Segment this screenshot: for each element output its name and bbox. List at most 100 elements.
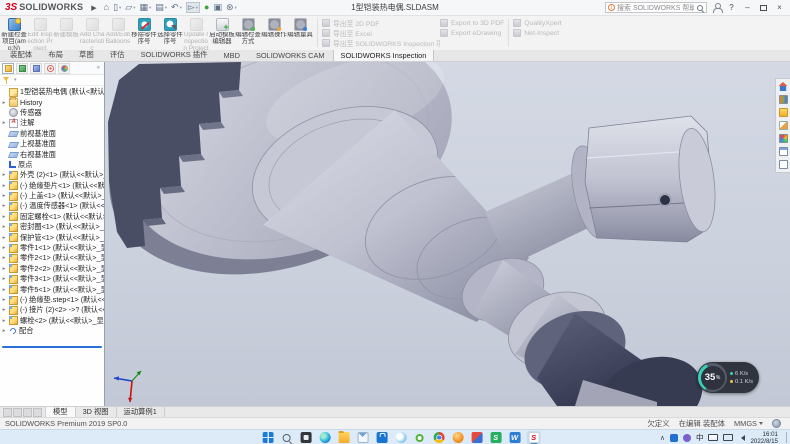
ime-indicator[interactable]: 中 <box>696 432 704 443</box>
expander-icon[interactable]: ▸ <box>1 183 7 189</box>
qat-new-document-icon[interactable]: ▯▾ <box>113 3 121 12</box>
taskbar-clock[interactable]: 16:01 2022/8/15 <box>750 431 778 444</box>
qat-save-icon[interactable]: ▦▾ <box>139 3 151 12</box>
volume-icon[interactable] <box>738 435 745 441</box>
taskbar-task-view-icon[interactable] <box>299 431 313 444</box>
bottom-tab-运动算例1[interactable]: 运动算例1 <box>117 407 165 417</box>
taskbar-browser-orange-icon[interactable] <box>451 431 465 444</box>
expander-icon[interactable]: ▸ <box>1 245 7 251</box>
expander-icon[interactable]: ▸ <box>1 120 7 126</box>
tree-item[interactable]: ▸配合 <box>0 326 104 336</box>
ribbon-button-remove-balloons[interactable]: 移除零件序号 <box>131 16 157 50</box>
keyboard-icon[interactable] <box>708 434 718 441</box>
taskbar-chrome-icon[interactable] <box>432 431 446 444</box>
taskbar-weather-icon[interactable] <box>394 431 408 444</box>
tree-item[interactable]: ▸History <box>0 97 104 107</box>
expander-icon[interactable]: ▸ <box>1 203 7 209</box>
tree-item[interactable]: ▸(-) 绝缘垫.step<1> (默认<<默认> <box>0 295 104 305</box>
tray-security-purple-icon[interactable] <box>683 434 691 442</box>
ribbon-button-edit-operations[interactable]: 编辑操作 <box>261 16 287 50</box>
expander-icon[interactable]: ▸ <box>1 235 7 241</box>
bottom-tab-3D 视图[interactable]: 3D 视图 <box>76 407 117 417</box>
panel-tabs-overflow-icon[interactable]: » <box>97 65 102 71</box>
expander-icon[interactable]: ▸ <box>1 287 7 293</box>
taskbar-app-red-icon[interactable] <box>470 431 484 444</box>
tab-scroll-buttons[interactable] <box>0 407 45 417</box>
tree-item[interactable]: ▸零件2<1> (默认<<默认>_显示状态 <box>0 253 104 263</box>
tree-item[interactable]: ▸零件1<1> (默认<<默认>_显示状态 <box>0 243 104 253</box>
ribbon-button-select-balloons[interactable]: 选择零件序号 <box>157 16 183 50</box>
qat-undo-icon[interactable]: ↶▾ <box>171 3 182 12</box>
expander-icon[interactable]: ▸ <box>1 276 7 282</box>
ribbon-button-edit-methods[interactable]: 编辑检查方式 <box>235 16 261 50</box>
taskpane-forum-button[interactable] <box>776 158 790 171</box>
help-search-input[interactable]: i 搜索 SOLIDWORKS 帮助 <box>605 2 707 13</box>
qat-home-icon[interactable]: ⌂ <box>104 3 109 12</box>
units-selector[interactable]: MMGS <box>734 419 763 428</box>
minimize-button[interactable]: – <box>742 2 753 14</box>
tree-item[interactable]: ▸零件2<2> (默认<<默认>_显示状态 <box>0 264 104 274</box>
taskbar-file-explorer-icon[interactable] <box>337 431 351 444</box>
tree-item[interactable]: ▸固定螺栓<1> (默认<<默认>_显示 <box>0 212 104 222</box>
taskbar-app-green-s-icon[interactable]: S <box>489 431 503 444</box>
qat-open-icon[interactable]: ▱▾ <box>125 3 135 12</box>
tray-security-blue-icon[interactable] <box>670 434 678 442</box>
taskbar-search-icon[interactable] <box>280 431 294 444</box>
taskbar-store-icon[interactable] <box>375 431 389 444</box>
taskpane-file-explorer-button[interactable] <box>776 106 790 119</box>
display-cast-icon[interactable] <box>723 434 733 441</box>
filter-dropdown-icon[interactable]: ▾ <box>14 77 17 83</box>
qat-select-icon[interactable]: ▻▾ <box>186 2 200 13</box>
taskpane-home-button[interactable] <box>776 80 790 93</box>
search-icon[interactable] <box>696 4 704 12</box>
taskpane-custom-properties-button[interactable] <box>776 145 790 158</box>
expander-icon[interactable]: ▸ <box>1 100 7 106</box>
expander-icon[interactable]: ▸ <box>1 318 7 324</box>
taskpane-view-palette-button[interactable] <box>776 119 790 132</box>
tree-item[interactable]: ▸外壳 (2)<1> (默认<<默认>_显示状 <box>0 170 104 180</box>
tree-item[interactable]: ▸保护管<1> (默认<<默认>_显示状 <box>0 232 104 242</box>
panel-tab-propertymanager[interactable] <box>16 63 28 74</box>
tree-item[interactable]: ▸零件5<1> (默认<<默认>_显示状态 <box>0 284 104 294</box>
tree-item[interactable]: 原点 <box>0 160 104 170</box>
expander-icon[interactable]: ▸ <box>1 172 7 178</box>
expander-icon[interactable]: ▸ <box>1 224 7 230</box>
login-user-icon[interactable] <box>712 3 721 12</box>
taskbar-browser-360-icon[interactable] <box>413 431 427 444</box>
tree-item[interactable]: ▸零件3<1> (默认<<默认>_显示状态 <box>0 274 104 284</box>
panel-tab-displaymanager[interactable] <box>58 63 70 74</box>
expander-icon[interactable]: ▸ <box>1 307 7 313</box>
model-3d[interactable] <box>105 62 790 406</box>
taskbar-mail-icon[interactable] <box>356 431 370 444</box>
graphics-viewport[interactable]: 35 % 6 K/s 0.1 K/s <box>105 62 790 406</box>
tree-item[interactable]: 上视基准面 <box>0 139 104 149</box>
expander-icon[interactable]: ▸ <box>1 328 7 334</box>
ribbon-button-edit-gages[interactable]: 编辑量具 <box>287 16 313 50</box>
tree-item[interactable]: ▸密封圈<1> (默认<<默认>_显示状 <box>0 222 104 232</box>
panel-tab-configurationmanager[interactable] <box>30 63 42 74</box>
panel-tab-dimxpertmanager[interactable] <box>44 63 56 74</box>
tree-item[interactable]: ▸注解 <box>0 118 104 128</box>
expander-icon[interactable]: ▸ <box>1 255 7 261</box>
expander-icon[interactable]: ▸ <box>1 214 7 220</box>
help-button[interactable]: ? <box>726 2 737 14</box>
expander-icon[interactable]: ▸ <box>1 193 7 199</box>
taskbar-app-blue-w-icon[interactable]: W <box>508 431 522 444</box>
show-desktop-button[interactable] <box>786 432 787 443</box>
taskbar-solidworks-icon[interactable]: S <box>527 431 541 444</box>
expander-icon[interactable]: ▸ <box>1 297 7 303</box>
expander-icon[interactable]: ▸ <box>1 266 7 272</box>
taskbar-edge-icon[interactable] <box>318 431 332 444</box>
bottom-tab-模型[interactable]: 模型 <box>45 407 76 417</box>
tree-item[interactable]: ▸(-) 温度传感器<1> (默认<<默认>_ <box>0 201 104 211</box>
taskpane-appearances-button[interactable] <box>776 132 790 145</box>
qat-print-icon[interactable]: ▤▾ <box>155 3 167 12</box>
tree-item[interactable]: 右视基准面 <box>0 149 104 159</box>
tree-item[interactable]: ▸螺栓<2> (默认<<默认>_显示状态 <box>0 316 104 326</box>
menu-flyout-icon[interactable]: ▶ <box>91 4 96 12</box>
speed-ball-widget[interactable]: 35 % 6 K/s 0.1 K/s <box>697 362 759 393</box>
ribbon-button-new-inspection-project[interactable]: 新建检查项目(amp;N) <box>1 16 27 50</box>
taskbar-start-icon[interactable] <box>261 431 275 444</box>
tray-overflow-icon[interactable]: ∧ <box>660 434 665 442</box>
tree-item[interactable]: ▸(-) 上盖<1> (默认<<默认>_显示状 <box>0 191 104 201</box>
